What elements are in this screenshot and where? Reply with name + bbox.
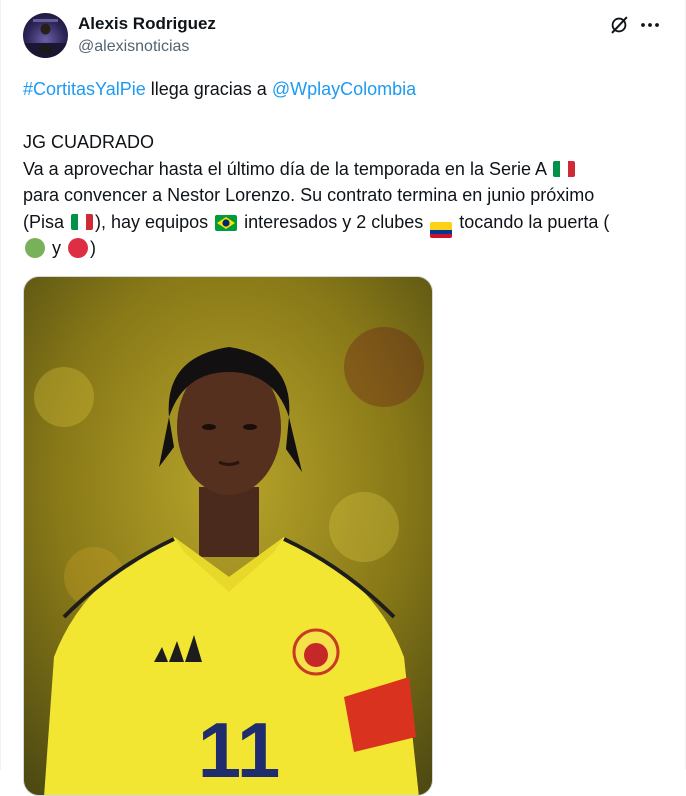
tweet-line-1-text: Va a aprovechar hasta el último día de l… xyxy=(23,158,546,179)
jersey-number: 11 xyxy=(198,706,280,794)
tweet-card[interactable]: Alexis Rodriguez @alexisnoticias #Cortit… xyxy=(0,0,686,796)
mention-link[interactable]: @WplayColombia xyxy=(272,79,416,99)
more-icon[interactable] xyxy=(638,14,662,36)
grok-icon[interactable] xyxy=(608,14,630,36)
hashtag-link[interactable]: #CortitasYalPie xyxy=(23,79,146,99)
player-photo: 11 xyxy=(24,277,432,795)
italy-flag-icon xyxy=(71,213,94,230)
intro-text: llega gracias a xyxy=(145,79,272,99)
tweet-line-3d: tocando la puerta ( xyxy=(459,211,610,232)
red-circle-icon xyxy=(68,238,89,258)
avatar-image xyxy=(23,19,68,58)
tweet-line-3: (Pisa ), hay equipos interesados y 2 clu… xyxy=(23,209,663,238)
brazil-flag-icon xyxy=(215,214,238,231)
tweet-line-3c: interesados y 2 clubes xyxy=(244,211,424,232)
tweet-line-4b: ) xyxy=(90,238,97,258)
tweet-line-3a: (Pisa xyxy=(23,211,65,232)
author-handle[interactable]: @alexisnoticias xyxy=(78,38,189,56)
colombia-flag-icon xyxy=(430,221,453,238)
tweet-heading: JG CUADRADO xyxy=(23,132,155,152)
tweet-intro-line: #CortitasYalPie llega gracias a @WplayCo… xyxy=(23,76,663,103)
tweet-line-1: Va a aprovechar hasta el último día de l… xyxy=(23,156,663,183)
tweet-line-2: para convencer a Nestor Lorenzo. Su cont… xyxy=(23,185,595,205)
tweet-line-4a: y xyxy=(52,238,62,258)
tweet-photo[interactable]: 11 xyxy=(23,276,433,796)
italy-flag-icon xyxy=(553,160,575,177)
tweet-line-3b: ), hay equipos xyxy=(95,211,209,232)
tweet-text: #CortitasYalPie llega gracias a @WplayCo… xyxy=(23,76,663,262)
tweet-line-4: y ) xyxy=(23,235,663,262)
avatar[interactable] xyxy=(23,13,68,58)
green-circle-icon xyxy=(25,238,45,258)
author-name[interactable]: Alexis Rodriguez xyxy=(78,14,216,34)
